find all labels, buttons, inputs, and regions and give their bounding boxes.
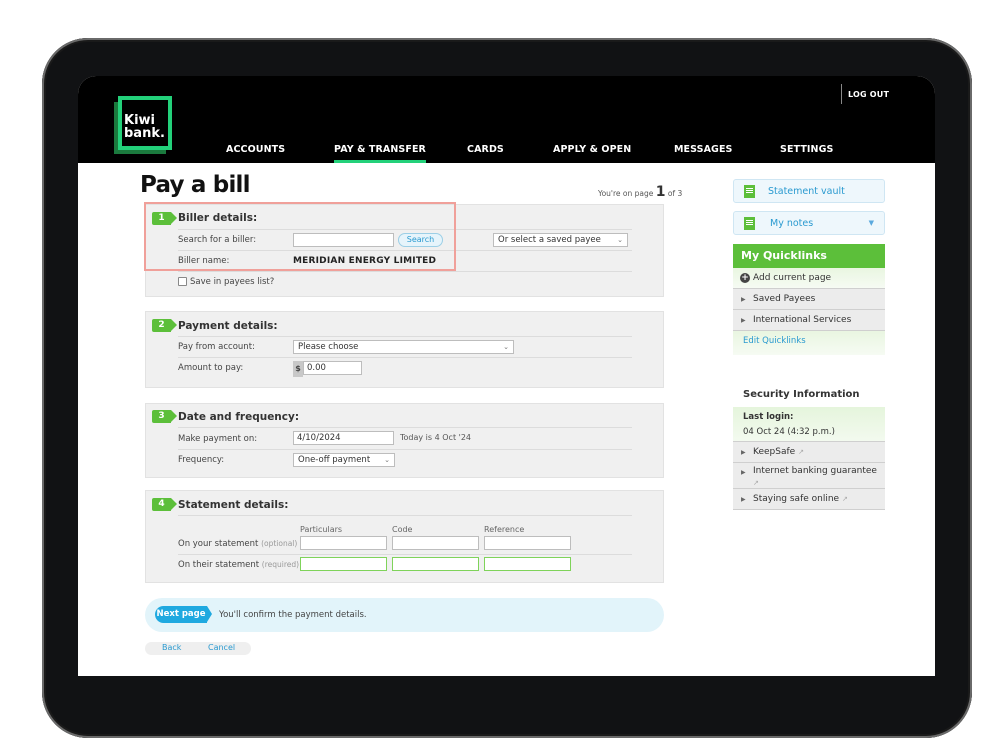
currency-symbol: $ [293,361,303,377]
your-code-input[interactable] [392,536,479,550]
current-page: 1 [655,184,666,200]
section-title: Payment details: [178,320,278,332]
column-header-reference: Reference [484,525,525,534]
pay-from-account-select[interactable]: Please choose ⌄ [293,340,514,354]
section-title: Statement details: [178,499,289,511]
my-notes-link[interactable]: My notes ▼ [733,211,885,235]
document-lock-icon [744,185,755,198]
last-login-value: 04 Oct 24 (4:32 p.m.) [743,427,835,437]
next-page-bar: Next page You'll confirm the payment det… [145,598,664,632]
save-payee-checkbox[interactable] [178,277,187,286]
back-link[interactable]: Back [162,643,181,652]
their-particulars-input[interactable] [300,557,387,571]
payment-date-label: Make payment on: [178,434,258,444]
edit-quicklinks-link[interactable]: Edit Quicklinks [733,331,885,355]
frequency-select[interactable]: One-off payment ⌄ [293,453,395,467]
your-statement-label: On your statement (optional) [178,539,298,549]
top-navigation-bar: Kiwi bank. LOG OUT ACCOUNTS PAY & TRANSFE… [78,76,935,163]
nav-accounts[interactable]: ACCOUNTS [226,144,285,155]
chevron-down-icon: ⌄ [384,456,390,464]
chevron-down-icon: ⌄ [503,343,509,351]
last-login-box: Last login: 04 Oct 24 (4:32 p.m.) [733,407,885,442]
nav-settings[interactable]: SETTINGS [780,144,833,155]
triangle-right-icon: ▶ [741,496,746,503]
triangle-right-icon: ▶ [741,296,746,303]
quicklinks-header: My Quicklinks [733,244,885,268]
their-statement-label: On their statement (required) [178,560,300,570]
today-text: Today is 4 Oct '24 [400,433,471,442]
column-header-particulars: Particulars [300,525,343,534]
quicklink-international-services[interactable]: ▶ International Services [733,310,885,331]
divider [841,84,842,104]
amount-input[interactable]: 0.00 [303,361,362,375]
kiwibank-logo[interactable]: Kiwi bank. [114,96,172,154]
payment-date-input[interactable]: 4/10/2024 [293,431,394,445]
your-reference-input[interactable] [484,536,571,550]
your-particulars-input[interactable] [300,536,387,550]
last-login-label: Last login: [743,412,794,422]
save-payee-label: Save in payees list? [190,277,275,287]
their-code-input[interactable] [392,557,479,571]
security-info-title: Security Information [743,389,860,400]
external-link-icon: ↗ [841,495,848,503]
nav-messages[interactable]: MESSAGES [674,144,732,155]
payment-details-section: 2 Payment details: Pay from account: Ple… [145,311,664,388]
logo-text-line2: bank. [124,126,165,141]
step-badge: 4 [152,498,177,511]
plus-icon: + [740,273,750,283]
statement-details-section: 4 Statement details: Particulars Code Re… [145,490,664,583]
security-link-keepsafe[interactable]: ▶ KeepSafe ↗ [733,442,885,463]
triangle-right-icon: ▶ [741,317,746,324]
date-frequency-section: 3 Date and frequency: Make payment on: 4… [145,403,664,478]
next-page-button[interactable]: Next page [155,606,212,623]
their-reference-input[interactable] [484,557,571,571]
add-current-page-link[interactable]: + Add current page [733,268,885,289]
saved-payee-select[interactable]: Or select a saved payee ⌄ [493,233,628,247]
statement-vault-link[interactable]: Statement vault [733,179,885,203]
column-header-code: Code [392,525,413,534]
nav-apply-open[interactable]: APPLY & OPEN [553,144,631,155]
step-badge: 2 [152,319,177,332]
expand-icon[interactable]: ▼ [869,219,874,227]
chevron-down-icon: ⌄ [617,236,623,244]
logout-link[interactable]: LOG OUT [848,90,889,99]
triangle-right-icon: ▶ [741,449,746,456]
page-indicator: You're on page 1 of 3 [598,184,683,200]
frequency-label: Frequency: [178,455,225,465]
security-link-guarantee[interactable]: ▶ Internet banking guarantee ↗ [733,463,885,489]
highlight-box [144,202,456,271]
nav-pay-transfer[interactable]: PAY & TRANSFER [334,144,426,163]
external-link-icon: ↗ [798,448,804,456]
pay-from-label: Pay from account: [178,342,255,352]
page-title: Pay a bill [140,172,251,198]
security-link-staying-safe[interactable]: ▶ Staying safe online ↗ [733,489,885,510]
step-badge: 3 [152,410,177,423]
quicklink-saved-payees[interactable]: ▶ Saved Payees [733,289,885,310]
triangle-right-icon: ▶ [741,469,746,476]
cancel-link[interactable]: Cancel [208,643,235,652]
notes-pencil-icon [744,217,755,230]
external-link-icon: ↗ [753,479,759,487]
section-title: Date and frequency: [178,411,300,423]
amount-label: Amount to pay: [178,363,244,373]
screen: Kiwi bank. LOG OUT ACCOUNTS PAY & TRANSFE… [78,76,935,676]
nav-cards[interactable]: CARDS [467,144,504,155]
next-page-description: You'll confirm the payment details. [219,610,367,620]
